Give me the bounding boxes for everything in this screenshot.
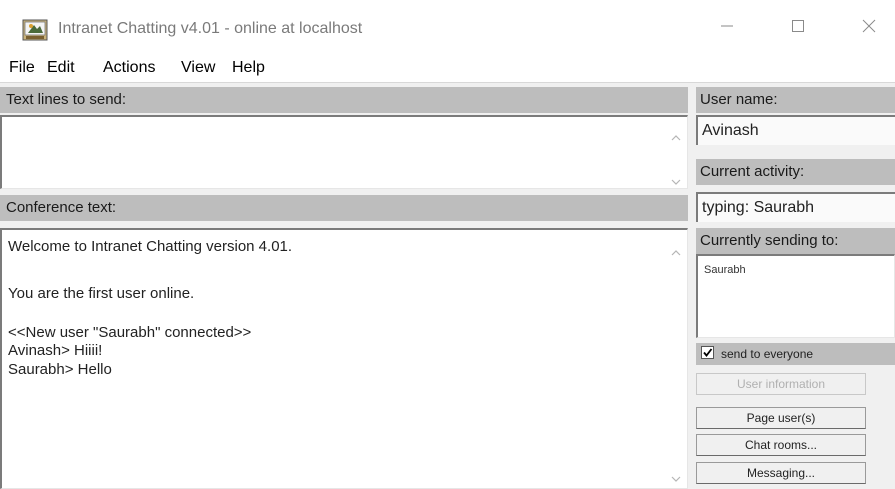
close-icon: [862, 19, 876, 33]
menu-actions[interactable]: Actions: [103, 59, 155, 77]
menu-view[interactable]: View: [181, 59, 215, 77]
page-users-button[interactable]: Page user(s): [696, 407, 866, 429]
conference-line: Welcome to Intranet Chatting version 4.0…: [8, 238, 293, 255]
menu-edit[interactable]: Edit: [47, 59, 75, 77]
maximize-icon: [791, 19, 805, 33]
conference-line: Saurabh> Hello: [8, 361, 112, 378]
scroll-up-icon[interactable]: [671, 129, 681, 141]
scroll-down-icon[interactable]: [671, 173, 681, 185]
recipients-list[interactable]: Saurabh: [696, 254, 895, 338]
minimize-button[interactable]: [704, 8, 750, 44]
conference-line: Avinash> Hiiii!: [8, 342, 103, 359]
send-text-header: Text lines to send:: [0, 87, 688, 113]
messaging-button[interactable]: Messaging...: [696, 462, 866, 484]
send-to-everyone-label: send to everyone: [721, 347, 814, 361]
list-item[interactable]: Saurabh: [704, 264, 746, 276]
scroll-down-icon[interactable]: [671, 470, 681, 482]
checkmark-icon: [702, 347, 713, 358]
conference-text-area[interactable]: Welcome to Intranet Chatting version 4.0…: [0, 228, 688, 489]
close-button[interactable]: [846, 8, 892, 44]
current-activity-field: typing: Saurabh: [696, 192, 895, 222]
window-title: Intranet Chatting v4.01 - online at loca…: [58, 20, 363, 37]
conference-header: Conference text:: [0, 195, 688, 221]
user-information-button[interactable]: User information: [696, 373, 866, 395]
menu-file[interactable]: File: [9, 59, 35, 77]
minimize-icon: [720, 19, 734, 33]
user-name-label: User name:: [696, 87, 895, 113]
send-to-everyone-checkbox[interactable]: send to everyone: [696, 343, 895, 365]
title-bar[interactable]: Intranet Chatting v4.01 - online at loca…: [0, 0, 895, 56]
menu-help[interactable]: Help: [232, 59, 265, 77]
conference-line: You are the first user online.: [8, 285, 195, 302]
sending-to-label: Currently sending to:: [696, 228, 895, 254]
menu-bar: File Edit Actions View Help: [0, 56, 895, 83]
conference-line: <<New user "Saurabh" connected>>: [8, 324, 252, 341]
chat-app-icon: [22, 17, 48, 43]
user-name-field[interactable]: Avinash: [696, 115, 895, 145]
checkbox[interactable]: [701, 346, 714, 359]
current-activity-label: Current activity:: [696, 159, 895, 185]
scroll-up-icon[interactable]: [671, 244, 681, 256]
send-text-input[interactable]: [0, 115, 688, 189]
chat-rooms-button[interactable]: Chat rooms...: [696, 434, 866, 456]
maximize-button[interactable]: [775, 8, 821, 44]
